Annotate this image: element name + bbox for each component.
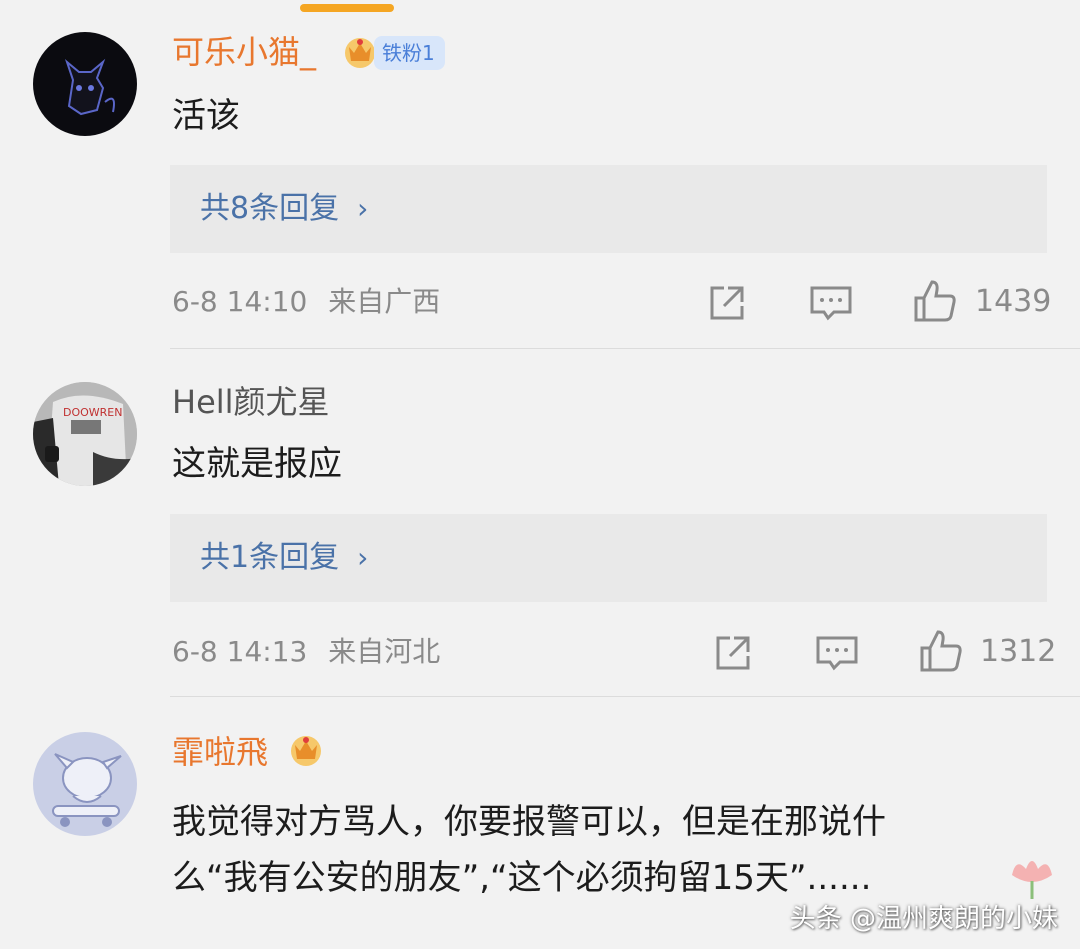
chevron-right-icon: ›	[357, 192, 369, 225]
meta-info: 6-8 14:13 来自河北	[172, 634, 440, 670]
avatar[interactable]: DOOWREN	[33, 382, 137, 486]
reply-link[interactable]: 共1条回复 ›	[200, 538, 368, 578]
reply-box[interactable]: 共1条回复 ›	[170, 514, 1047, 602]
fan-level-badge: 铁粉1	[374, 36, 445, 70]
top-indicator	[300, 4, 394, 12]
reply-box[interactable]: 共8条回复 ›	[170, 165, 1047, 253]
username[interactable]: 霏啦飛	[172, 732, 268, 772]
username[interactable]: 可乐小猫_	[172, 32, 316, 72]
comment-text: 这就是报应	[172, 444, 342, 484]
comment-icon[interactable]	[808, 280, 854, 326]
watermark: 头条 @温州爽朗的小妹	[789, 904, 1058, 934]
like-count: 1312	[980, 634, 1057, 669]
reply-label: 共8条回复	[200, 191, 340, 226]
avatar[interactable]	[33, 32, 137, 136]
divider	[170, 696, 1080, 697]
divider	[170, 348, 1080, 349]
comment-text-line: 我觉得对方骂人，你要报警可以，但是在那说什	[172, 802, 886, 842]
timestamp: 6-8 14:10	[172, 285, 308, 318]
share-icon[interactable]	[704, 280, 750, 326]
reply-label: 共1条回复	[200, 540, 340, 575]
location: 来自河北	[328, 635, 441, 668]
avatar[interactable]	[33, 732, 137, 836]
timestamp: 6-8 14:13	[172, 635, 308, 668]
username[interactable]: Hell颜尤星	[172, 382, 330, 422]
share-icon[interactable]	[710, 630, 756, 676]
tulip-sticker	[1012, 861, 1052, 899]
comment-text: 活该	[172, 96, 240, 136]
comment-text: 我觉得对方骂人，你要报警可以，但是在那说什 么“我有公安的朋友”,“这个必须拘留…	[172, 794, 1032, 906]
crown-icon	[291, 736, 321, 766]
thumbs-up-icon[interactable]	[918, 628, 964, 674]
comment-icon[interactable]	[814, 630, 860, 676]
chevron-right-icon: ›	[357, 541, 369, 574]
location: 来自广西	[328, 285, 441, 318]
meta-info: 6-8 14:10 来自广西	[172, 284, 440, 320]
like-count: 1439	[975, 284, 1052, 319]
thumbs-up-icon[interactable]	[912, 278, 958, 324]
svg-text:DOOWREN: DOOWREN	[63, 406, 123, 419]
reply-link[interactable]: 共8条回复 ›	[200, 189, 368, 229]
